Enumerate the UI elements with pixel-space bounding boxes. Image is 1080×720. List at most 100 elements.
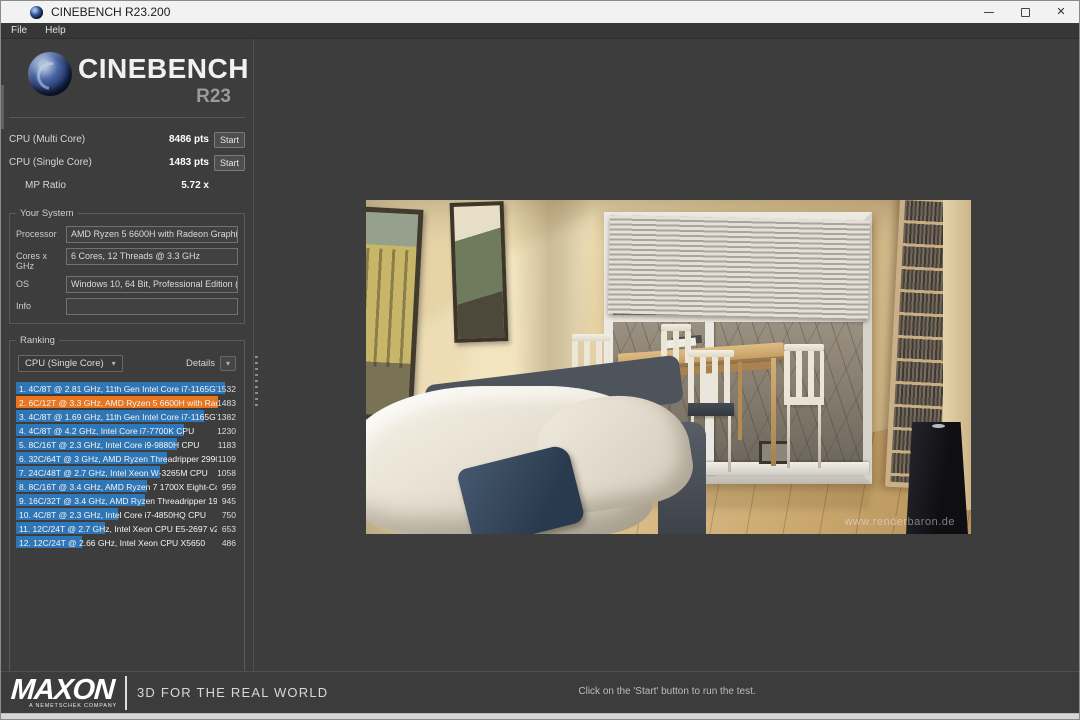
ranking-entry-label: 12. 12C/24T @ 2.66 GHz, Intel Xeon CPU X… bbox=[19, 537, 206, 548]
single-core-start-button[interactable]: Start bbox=[214, 154, 245, 171]
chevron-down-icon: ▾ bbox=[111, 359, 116, 368]
chair-right bbox=[784, 344, 824, 468]
maxon-logo: MAXON A NEMETSCHEK COMPANY bbox=[9, 674, 117, 709]
ranking-row[interactable]: 11. 12C/24T @ 2.7 GHz, Intel Xeon CPU E5… bbox=[16, 522, 238, 534]
ranking-entry-score: 1382 bbox=[217, 411, 236, 422]
your-system-group: Your System Processor AMD Ryzen 5 6600H … bbox=[9, 208, 245, 324]
ranking-entry-score: 1483 bbox=[217, 397, 236, 408]
painting-upper bbox=[449, 201, 509, 343]
mp-ratio-row: MP Ratio 5.72 x bbox=[1, 174, 253, 197]
ranking-entry-score: 1058 bbox=[217, 467, 236, 478]
minimize-icon bbox=[984, 11, 994, 13]
ranking-row[interactable]: 5. 8C/16T @ 2.3 GHz, Intel Core i9-9880H… bbox=[16, 438, 238, 450]
cinema4d-sphere-icon bbox=[28, 52, 72, 96]
processor-label: Processor bbox=[16, 229, 57, 239]
ranking-row[interactable]: 8. 8C/16T @ 3.4 GHz, AMD Ryzen 7 1700X E… bbox=[16, 480, 238, 492]
close-button[interactable]: ✕ bbox=[1043, 1, 1079, 23]
ranking-row[interactable]: 12. 12C/24T @ 2.66 GHz, Intel Xeon CPU X… bbox=[16, 536, 238, 548]
ranking-entry-score: 486 bbox=[221, 537, 236, 548]
ranking-row[interactable]: 2. 6C/12T @ 3.3 GHz, AMD Ryzen 5 6600H w… bbox=[16, 396, 238, 408]
details-dropdown-button[interactable]: ▾ bbox=[220, 356, 236, 371]
status-message: Click on the 'Start' button to run the t… bbox=[578, 686, 756, 697]
ranking-entry-label: 9. 16C/32T @ 3.4 GHz, AMD Ryzen Threadri… bbox=[19, 495, 217, 506]
mp-ratio-label: MP Ratio bbox=[25, 180, 66, 191]
ranking-entry-score: 653 bbox=[221, 523, 236, 534]
cinebench-window: CINEBENCH R23.200 ✕ File Help CINEBENCH … bbox=[0, 0, 1080, 720]
cinema4d-app-icon bbox=[30, 5, 43, 19]
logo-title: CINEBENCH bbox=[78, 53, 249, 84]
ranking-group: Ranking CPU (Single Core) ▾ Details ▾ 1.… bbox=[9, 335, 245, 686]
menu-bar: File Help bbox=[1, 23, 1079, 39]
mp-ratio-value: 5.72 x bbox=[181, 180, 209, 191]
ranking-entry-score: 1109 bbox=[217, 453, 236, 464]
ranking-entry-label: 10. 4C/8T @ 2.3 GHz, Intel Core i7-4850H… bbox=[19, 509, 207, 520]
logo-version: R23 bbox=[196, 86, 231, 107]
info-field[interactable] bbox=[66, 298, 238, 315]
table-leg bbox=[738, 362, 742, 440]
processor-field[interactable]: AMD Ryzen 5 6600H with Radeon Graphics bbox=[66, 226, 238, 243]
ranking-entry-label: 11. 12C/24T @ 2.7 GHz, Intel Xeon CPU E5… bbox=[19, 523, 217, 534]
single-core-score: 1483 pts bbox=[168, 157, 209, 168]
ranking-row[interactable]: 6. 32C/64T @ 3 GHz, AMD Ryzen Threadripp… bbox=[16, 452, 238, 464]
ranking-row[interactable]: 1. 4C/8T @ 2.81 GHz, 11th Gen Intel Core… bbox=[16, 382, 238, 394]
cinebench-logo: CINEBENCH R23 bbox=[1, 49, 253, 111]
ranking-row[interactable]: 7. 24C/48T @ 2.7 GHz, Intel Xeon W-3265M… bbox=[16, 466, 238, 478]
minimize-button[interactable] bbox=[971, 1, 1007, 23]
close-icon: ✕ bbox=[1056, 5, 1066, 18]
info-label: Info bbox=[16, 301, 32, 311]
ranking-list: 1. 4C/8T @ 2.81 GHz, 11th Gen Intel Core… bbox=[16, 382, 238, 548]
maximize-icon bbox=[1020, 7, 1030, 17]
ranking-entry-score: 959 bbox=[221, 481, 236, 492]
left-panel: CINEBENCH R23 CPU (Multi Core) 8486 pts … bbox=[1, 39, 254, 704]
multi-core-row: CPU (Multi Core) 8486 pts Start bbox=[1, 128, 253, 151]
ranking-entry-score: 750 bbox=[221, 509, 236, 520]
chevron-down-icon: ▾ bbox=[225, 359, 230, 368]
ranking-entry-label: 8. 8C/16T @ 3.4 GHz, AMD Ryzen 7 1700X E… bbox=[19, 481, 217, 492]
main-area: www.renderbaron.de bbox=[254, 39, 1079, 671]
ranking-entry-score: 1230 bbox=[217, 425, 236, 436]
ranking-entry-label: 2. 6C/12T @ 3.3 GHz, AMD Ryzen 5 6600H w… bbox=[19, 397, 217, 408]
venetian-blinds bbox=[608, 215, 870, 319]
window-bottom-edge bbox=[1, 713, 1079, 719]
maximize-button[interactable] bbox=[1007, 1, 1043, 23]
ranking-entry-score: 945 bbox=[221, 495, 236, 506]
maxon-wordmark: MAXON bbox=[9, 674, 116, 706]
ranking-legend: Ranking bbox=[16, 335, 59, 346]
multi-core-label: CPU (Multi Core) bbox=[9, 134, 86, 145]
multi-core-start-button[interactable]: Start bbox=[214, 131, 245, 148]
footer-divider bbox=[125, 676, 127, 710]
ranking-entry-label: 6. 32C/64T @ 3 GHz, AMD Ryzen Threadripp… bbox=[19, 453, 217, 464]
title-bar: CINEBENCH R23.200 ✕ bbox=[1, 1, 1079, 23]
os-field[interactable]: Windows 10, 64 Bit, Professional Edition… bbox=[66, 276, 238, 293]
cores-ghz-field[interactable]: 6 Cores, 12 Threads @ 3.3 GHz bbox=[66, 248, 238, 265]
ranking-row[interactable]: 9. 16C/32T @ 3.4 GHz, AMD Ryzen Threadri… bbox=[16, 494, 238, 506]
ranking-entry-score: 1532 bbox=[217, 383, 236, 394]
render-watermark: www.renderbaron.de bbox=[844, 516, 955, 528]
sofa bbox=[366, 354, 706, 534]
single-core-row: CPU (Single Core) 1483 pts Start bbox=[1, 151, 253, 174]
ranking-entry-score: 1183 bbox=[217, 439, 236, 450]
ranking-entry-label: 1. 4C/8T @ 2.81 GHz, 11th Gen Intel Core… bbox=[19, 383, 217, 394]
ranking-entry-label: 5. 8C/16T @ 2.3 GHz, Intel Core i9-9880H… bbox=[19, 439, 200, 450]
ranking-filter-value: CPU (Single Core) bbox=[25, 358, 104, 369]
ranking-row[interactable]: 3. 4C/8T @ 1.69 GHz, 11th Gen Intel Core… bbox=[16, 410, 238, 422]
menu-file[interactable]: File bbox=[11, 25, 27, 36]
your-system-legend: Your System bbox=[16, 208, 78, 219]
ranking-entry-label: 4. 4C/8T @ 4.2 GHz, Intel Core i7-7700K … bbox=[19, 425, 195, 436]
ranking-filter-select[interactable]: CPU (Single Core) ▾ bbox=[18, 355, 123, 372]
footer-tagline: 3D FOR THE REAL WORLD bbox=[137, 685, 329, 700]
cores-ghz-label: Cores x GHz bbox=[16, 251, 48, 271]
details-label: Details bbox=[185, 358, 215, 369]
panel-splitter-grip[interactable] bbox=[255, 356, 258, 410]
multi-core-score: 8486 pts bbox=[168, 134, 209, 145]
ranking-row[interactable]: 4. 4C/8T @ 4.2 GHz, Intel Core i7-7700K … bbox=[16, 424, 238, 436]
render-scene: www.renderbaron.de bbox=[366, 200, 971, 534]
ranking-entry-label: 7. 24C/48T @ 2.7 GHz, Intel Xeon W-3265M… bbox=[19, 467, 208, 478]
ranking-entry-label: 3. 4C/8T @ 1.69 GHz, 11th Gen Intel Core… bbox=[19, 411, 217, 422]
single-core-label: CPU (Single Core) bbox=[9, 157, 92, 168]
menu-help[interactable]: Help bbox=[45, 25, 66, 36]
window-title: CINEBENCH R23.200 bbox=[51, 5, 171, 19]
table-leg bbox=[771, 358, 776, 466]
os-label: OS bbox=[16, 279, 30, 289]
ranking-row[interactable]: 10. 4C/8T @ 2.3 GHz, Intel Core i7-4850H… bbox=[16, 508, 238, 520]
